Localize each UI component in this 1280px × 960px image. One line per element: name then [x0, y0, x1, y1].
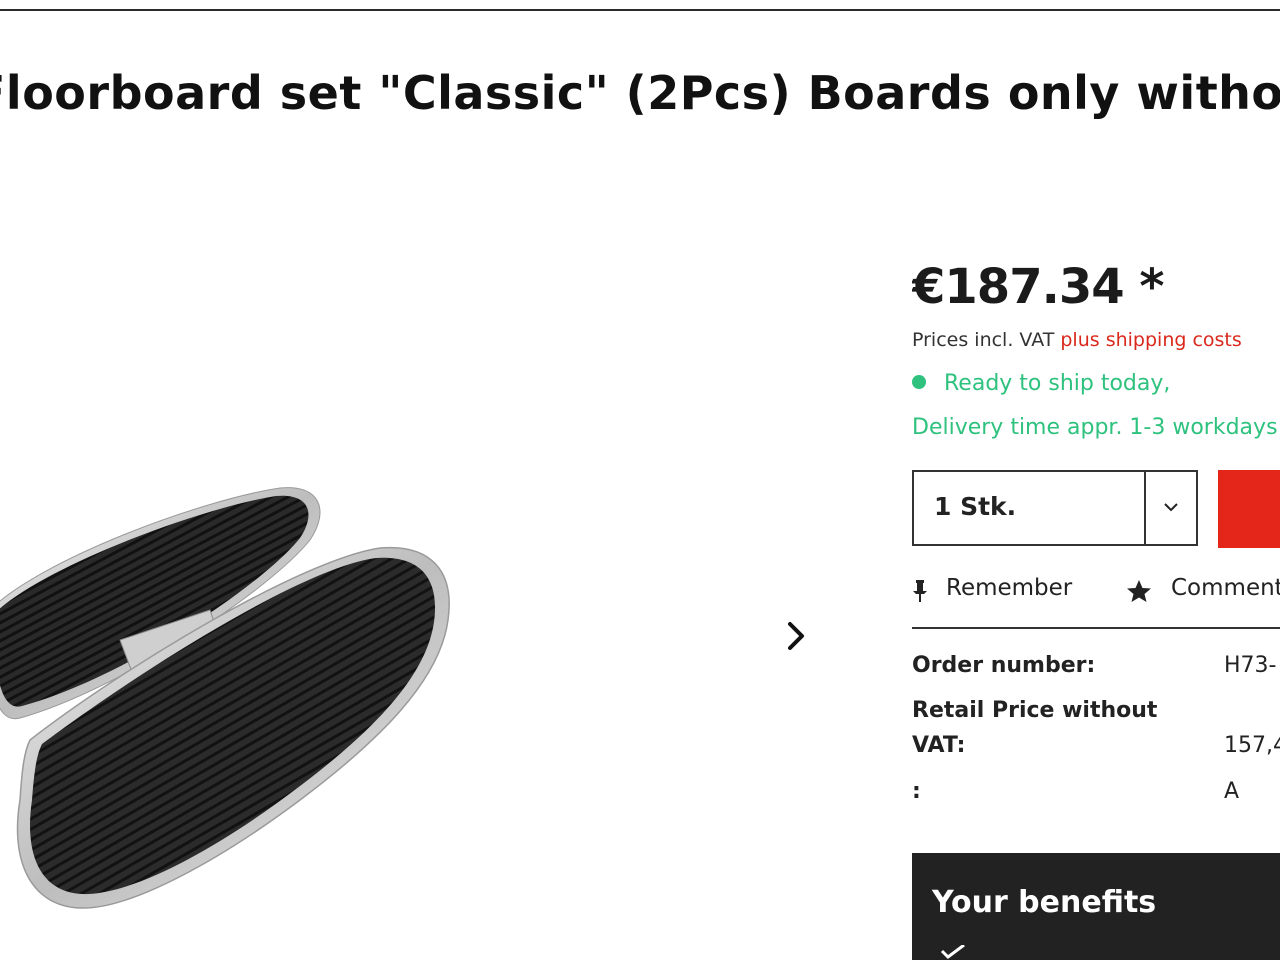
vat-notice: Prices incl. VAT plus shipping costs — [912, 329, 1242, 351]
retail-price-value: 157,4 — [1224, 733, 1280, 758]
pin-icon — [913, 580, 927, 602]
quantity-value: 1 Stk. — [934, 492, 1017, 521]
header-divider — [0, 9, 1280, 11]
benefits-title: Your benefits — [932, 885, 1157, 920]
shipping-costs-link[interactable]: plus shipping costs — [1060, 329, 1241, 351]
order-number-label: Order number: — [912, 653, 1096, 678]
floorboard-pair-image — [0, 487, 450, 909]
properties-divider — [912, 627, 1280, 629]
property-value: A — [1224, 779, 1240, 804]
comment-label: Comment — [1171, 575, 1280, 601]
page-title: Floorboard set "Classic" (2Pcs) Boards o… — [0, 66, 1280, 120]
chevron-right-icon — [788, 622, 804, 650]
property-label: : — [912, 779, 921, 804]
chevron-down-icon — [1164, 503, 1178, 512]
retail-price-label: Retail Price without — [912, 698, 1158, 723]
benefits-panel: Your benefits — [912, 853, 1280, 960]
check-icon — [940, 945, 965, 959]
delivery-time: Delivery time appr. 1-3 workdays — [912, 415, 1278, 440]
retail-price-label-vat: VAT: — [912, 733, 966, 758]
remember-label: Remember — [946, 575, 1073, 601]
product-price: €187.34 * — [912, 259, 1164, 315]
product-image[interactable] — [0, 440, 480, 940]
gallery-next-button[interactable] — [780, 616, 814, 656]
status-dot-icon — [912, 375, 926, 389]
order-number-value: H73- — [1224, 653, 1277, 678]
add-to-cart-button[interactable] — [1218, 470, 1280, 548]
quantity-separator — [1144, 472, 1146, 544]
stock-status-text: Ready to ship today, — [944, 371, 1171, 396]
quantity-select[interactable]: 1 Stk. — [912, 470, 1198, 546]
star-icon — [1127, 580, 1151, 602]
buy-box: €187.34 * Prices incl. VAT plus shipping… — [912, 255, 1280, 960]
vat-text: Prices incl. VAT — [912, 329, 1055, 351]
stock-status: Ready to ship today, — [912, 371, 1170, 396]
